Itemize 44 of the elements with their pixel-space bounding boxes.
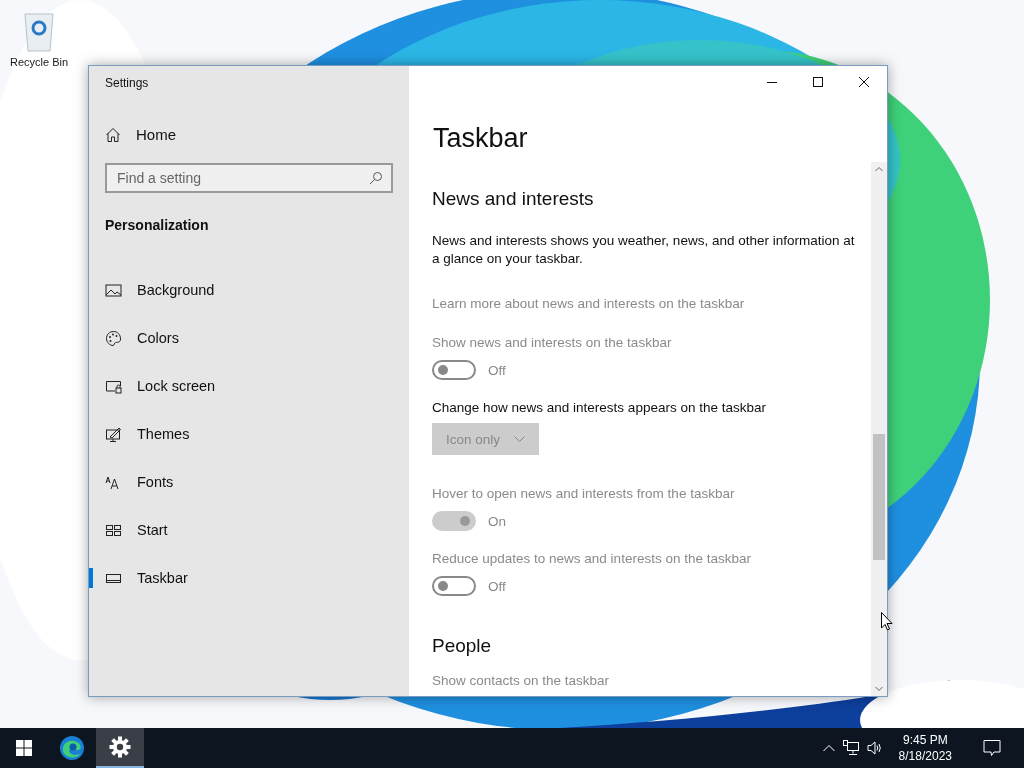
message-icon	[983, 739, 1001, 757]
setting-label: Change how news and interests appears on the taskbar	[432, 400, 767, 415]
desktop-icon-label[interactable]: Recycle Bin	[9, 56, 69, 68]
setting-label: Reduce updates to news and interests on the taskbar	[432, 551, 752, 566]
search-field[interactable]: Find a setting	[105, 163, 393, 193]
palette-icon	[105, 329, 122, 347]
description-text: News and interests shows you weather, news, and other information at a glance on your taskbar.	[432, 232, 856, 268]
taskbar-app[interactable]	[96, 728, 144, 768]
chevron-up-icon[interactable]	[822, 744, 835, 752]
edge-icon	[59, 735, 85, 761]
home-item[interactable]: Home	[105, 122, 393, 147]
chevron-down-icon	[514, 435, 526, 443]
recycle-bin-icon[interactable]	[21, 10, 57, 52]
toggle-state: On	[488, 513, 506, 529]
setting-label: Show news and interests on the taskbar	[432, 335, 673, 350]
cursor-icon	[881, 612, 893, 631]
toggle-state: Off	[488, 578, 506, 594]
sidebar-item[interactable]: Lock screen	[89, 362, 393, 410]
section-heading: People	[432, 635, 493, 657]
setting-label: Hover to open news and interests from the taskbar	[432, 486, 736, 501]
section-heading: Personalization	[105, 217, 210, 233]
section-heading: News and interests	[432, 188, 595, 210]
volume-icon[interactable]	[866, 740, 883, 756]
network-icon[interactable]	[842, 740, 859, 756]
home-icon	[105, 126, 121, 143]
toggle-state: Off	[488, 362, 506, 378]
picture-icon	[105, 281, 122, 299]
scrollbar[interactable]	[871, 162, 887, 696]
window-title: Settings	[105, 76, 149, 90]
setting-label: Show contacts on the taskbar	[432, 673, 611, 688]
clock[interactable]: 9:45 PM 8/18/2023	[890, 732, 960, 764]
sidebar-item[interactable]: Background	[89, 266, 393, 314]
windows-icon	[16, 740, 32, 756]
sidebar-item[interactable]: Fonts	[89, 458, 393, 506]
sidebar-item[interactable]: Themes	[89, 410, 393, 458]
search-icon	[369, 171, 383, 185]
sidebar-item[interactable]: Start	[89, 506, 393, 554]
maximize-icon	[813, 77, 823, 87]
close-icon	[859, 77, 869, 87]
brush-monitor-icon	[105, 425, 122, 443]
scroll-thumb[interactable]	[873, 434, 885, 560]
sidebar-item[interactable]: Colors	[89, 314, 393, 362]
page-title: Taskbar	[433, 123, 529, 154]
gear-icon	[109, 736, 131, 758]
